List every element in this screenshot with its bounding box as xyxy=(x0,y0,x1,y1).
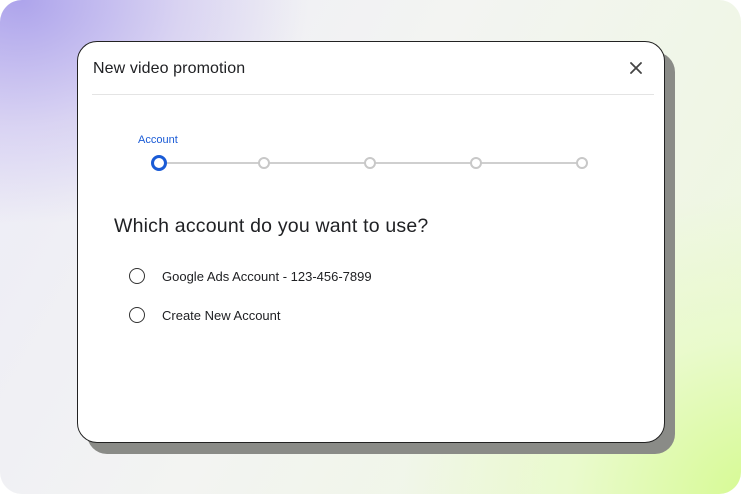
step-1-current xyxy=(151,155,167,171)
dialog-title: New video promotion xyxy=(93,60,246,77)
radio-button[interactable] xyxy=(129,307,145,323)
option-google-ads-account[interactable]: Google Ads Account - 123-456-7899 xyxy=(129,266,372,286)
close-icon xyxy=(630,62,642,74)
new-video-promotion-dialog: New video promotion Account Which accoun… xyxy=(77,41,665,443)
step-2 xyxy=(258,157,270,169)
step-5 xyxy=(576,157,588,169)
option-label: Create New Account xyxy=(162,307,281,323)
option-create-new-account[interactable]: Create New Account xyxy=(129,305,281,325)
radio-button[interactable] xyxy=(129,268,145,284)
progress-stepper: Account xyxy=(138,134,598,174)
close-button[interactable] xyxy=(626,58,646,78)
step-3 xyxy=(364,157,376,169)
step-4 xyxy=(470,157,482,169)
step-label-current: Account xyxy=(138,134,178,146)
option-label: Google Ads Account - 123-456-7899 xyxy=(162,268,372,284)
dialog-header: New video promotion xyxy=(92,42,654,95)
account-question: Which account do you want to use? xyxy=(114,215,429,237)
